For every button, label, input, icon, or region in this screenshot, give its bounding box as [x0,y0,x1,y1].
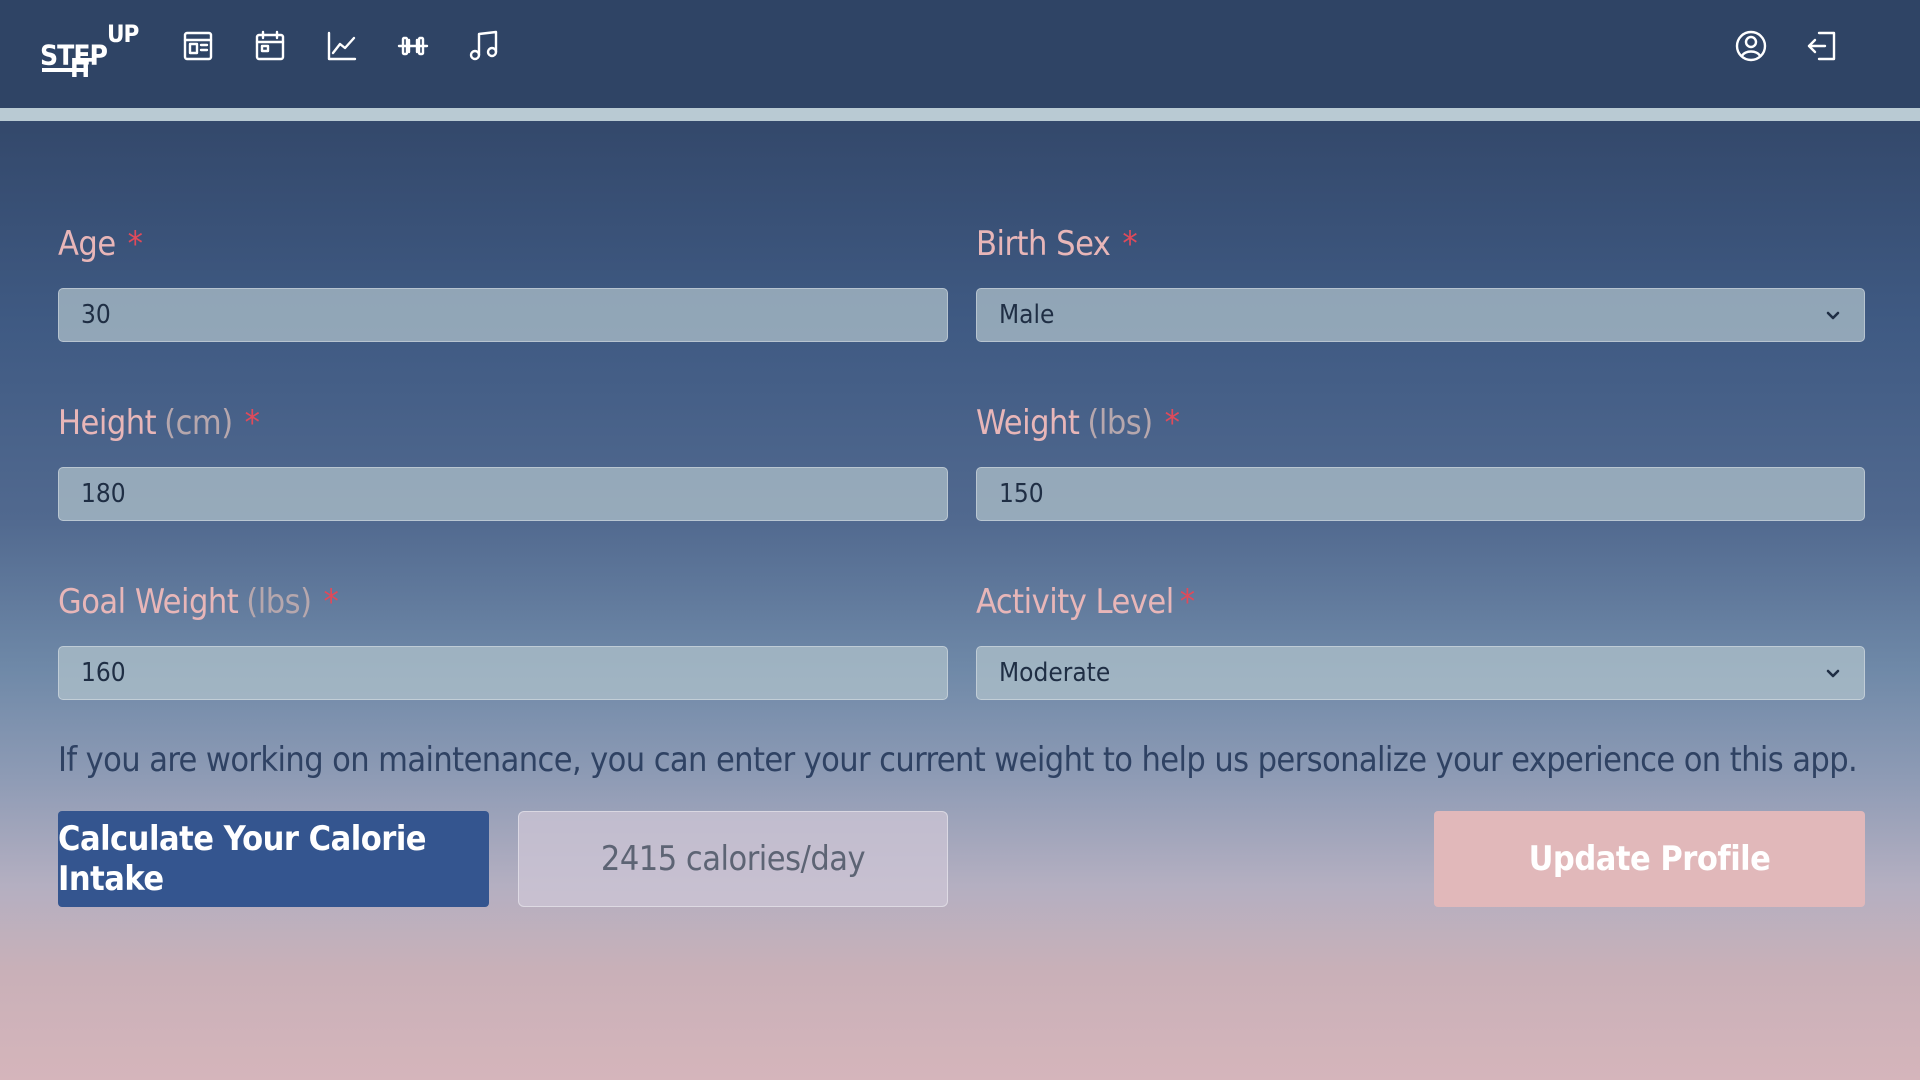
goal-weight-unit: (lbs) [246,582,312,622]
chevron-down-icon [1822,662,1844,684]
maintenance-helper-text: If you are working on maintenance, you c… [58,740,1858,780]
activity-level-label: Activity Level * [976,582,1195,622]
height-value: 180 [81,479,126,509]
chevron-down-icon [1822,304,1844,326]
top-navbar: STEPUP IT [0,0,1920,108]
logo-text-it: IT [70,54,94,84]
activity-level-select[interactable]: Moderate [976,646,1865,700]
music-note-icon[interactable] [466,28,502,64]
goal-weight-label: Goal Weight (lbs) * [58,582,339,622]
height-input[interactable]: 180 [58,467,948,521]
required-marker: * [244,403,260,443]
activity-level-value: Moderate [999,658,1111,688]
weight-label-text: Weight [976,403,1080,443]
weight-value: 150 [999,479,1044,509]
required-marker: * [1164,403,1180,443]
goal-weight-label-text: Goal Weight [58,582,239,622]
update-profile-button[interactable]: Update Profile [1434,811,1865,907]
height-unit: (cm) [164,403,233,443]
calendar-icon[interactable] [252,28,288,64]
required-marker: * [127,224,143,264]
birth-sex-select[interactable]: Male [976,288,1865,342]
calculate-calorie-button[interactable]: Calculate Your Calorie Intake [58,811,489,907]
goal-weight-value: 160 [81,658,126,688]
logo-text-up: UP [107,20,139,48]
chart-line-icon[interactable] [324,28,360,64]
dumbbell-icon[interactable] [395,28,431,64]
required-marker: * [323,582,339,622]
user-circle-icon[interactable] [1733,28,1769,64]
document-icon[interactable] [180,28,216,64]
required-marker: * [1179,582,1195,622]
app-logo[interactable]: STEPUP IT [40,22,139,84]
age-value: 30 [81,300,111,330]
height-label: Height (cm) * [58,403,260,443]
topbar-divider [0,108,1920,121]
activity-level-label-text: Activity Level [976,582,1174,622]
calorie-result-display: 2415 calories/day [518,811,948,907]
birth-sex-value: Male [999,300,1055,330]
age-label-text: Age [58,224,116,264]
weight-input[interactable]: 150 [976,467,1865,521]
weight-label: Weight (lbs) * [976,403,1180,443]
birth-sex-label: Birth Sex * [976,224,1138,264]
age-label: Age * [58,224,143,264]
weight-unit: (lbs) [1087,403,1153,443]
birth-sex-label-text: Birth Sex [976,224,1111,264]
logout-icon[interactable] [1804,28,1840,64]
goal-weight-input[interactable]: 160 [58,646,948,700]
required-marker: * [1122,224,1138,264]
age-input[interactable]: 30 [58,288,948,342]
height-label-text: Height [58,403,157,443]
